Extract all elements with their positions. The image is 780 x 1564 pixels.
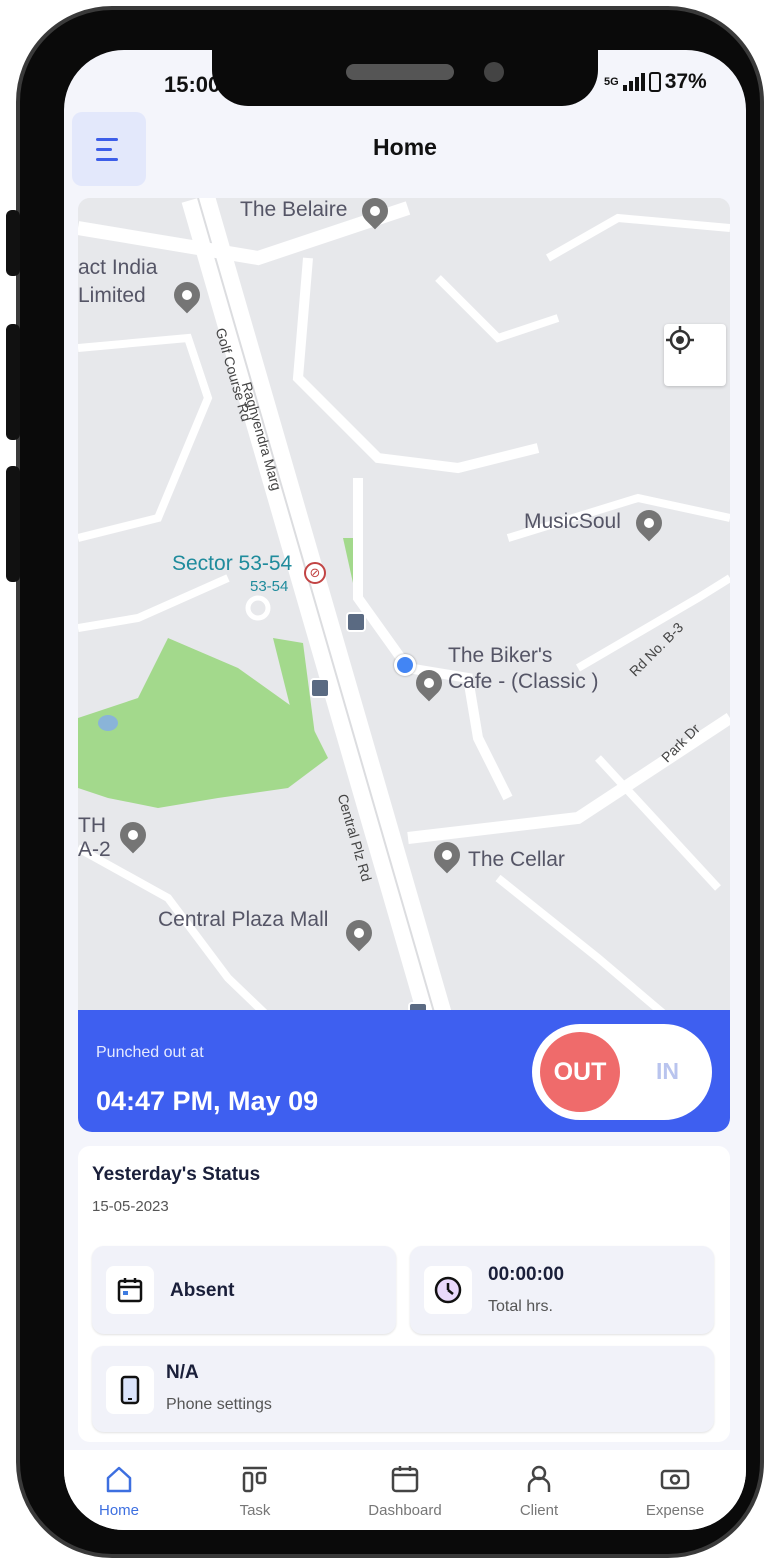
clock-icon: [424, 1266, 472, 1314]
map-label: Cafe - (Classic ): [448, 670, 599, 693]
nav-label: Task: [239, 1502, 271, 1519]
nav-label: Home: [98, 1502, 139, 1519]
nav-label: Client: [519, 1502, 559, 1519]
punch-status-label: Punched out at: [96, 1044, 204, 1061]
status-date: 15-05-2023: [92, 1198, 169, 1215]
current-location-dot: [394, 654, 416, 676]
phone-icon: [106, 1366, 154, 1414]
crosshair-icon: [666, 326, 694, 354]
nav-task[interactable]: Task: [200, 1450, 310, 1519]
client-user-icon: [527, 1465, 551, 1492]
nav-dashboard[interactable]: Dashboard: [350, 1450, 460, 1519]
battery-percent: 37%: [664, 70, 707, 93]
map-label: act India: [78, 256, 158, 279]
nav-home[interactable]: Home: [64, 1450, 174, 1519]
nav-expense[interactable]: Expense: [620, 1450, 730, 1519]
nav-client[interactable]: Client: [484, 1450, 594, 1519]
task-icon: [242, 1466, 267, 1493]
punch-card: Punched out at 04:47 PM, May 09 OUT IN: [78, 1010, 730, 1132]
punch-toggle[interactable]: OUT IN: [532, 1024, 712, 1120]
map-label: Central Plaza Mall: [158, 908, 329, 931]
phone-settings-label: Phone settings: [166, 1396, 272, 1413]
phone-settings-value: N/A: [166, 1362, 199, 1383]
metro-icon[interactable]: ⊘: [304, 562, 326, 584]
status-indicators: 5G 37%: [604, 70, 707, 94]
total-hours-tile[interactable]: 00:00:00 Total hrs.: [410, 1246, 714, 1334]
front-camera: [484, 62, 504, 82]
home-icon: [106, 1466, 132, 1493]
total-hours-value: 00:00:00: [488, 1264, 565, 1285]
map-label: TH: [78, 814, 106, 837]
yesterday-status-card: Yesterday's Status 15-05-2023 Absent 00:…: [78, 1146, 730, 1442]
punch-time: 04:47 PM, May 09: [96, 1086, 319, 1116]
dashboard-calendar-icon: [391, 1466, 419, 1493]
phone-notch: [212, 50, 598, 106]
status-title: Yesterday's Status: [92, 1164, 261, 1185]
bus-stop-icon[interactable]: [346, 612, 366, 632]
map-label: Limited: [78, 284, 146, 307]
battery-icon: [648, 72, 661, 92]
expense-cash-icon: [660, 1469, 690, 1490]
bus-stop-icon[interactable]: [310, 678, 330, 698]
calendar-icon: [106, 1266, 154, 1314]
attendance-value: Absent: [170, 1280, 235, 1301]
network-type: 5G: [604, 76, 619, 88]
nav-label: Dashboard: [368, 1502, 442, 1519]
silent-switch: [6, 210, 20, 276]
map-view[interactable]: The Belaire act India Limited Golf Cours…: [78, 198, 730, 1026]
volume-down-button: [6, 466, 20, 582]
attendance-tile[interactable]: Absent: [92, 1246, 396, 1334]
total-hours-label: Total hrs.: [488, 1298, 553, 1315]
app-header: Home: [64, 110, 746, 190]
volume-up-button: [6, 324, 20, 440]
punch-in-option[interactable]: IN: [656, 1058, 679, 1085]
map-label: MusicSoul: [524, 510, 621, 533]
screen: 15:00 5G 37% Home The Belaire act India …: [64, 50, 746, 1530]
map-roads: [78, 198, 730, 1026]
map-label: The Cellar: [468, 848, 565, 871]
map-label: A-2: [78, 838, 111, 861]
phone-settings-tile[interactable]: N/A Phone settings: [92, 1346, 714, 1432]
speaker-grille: [346, 64, 454, 80]
nav-label: Expense: [645, 1502, 705, 1519]
my-location-button[interactable]: [664, 324, 726, 386]
page-title: Home: [373, 134, 437, 160]
map-label: The Biker's: [448, 644, 553, 667]
signal-icon: [622, 73, 645, 91]
metro-station-code: 53-54: [250, 578, 289, 595]
metro-station-label: Sector 53-54: [172, 552, 293, 575]
map-label: The Belaire: [240, 198, 348, 221]
bottom-nav: Home Task Dashboard Client Expense: [64, 1450, 746, 1530]
punch-out-knob[interactable]: OUT: [540, 1032, 620, 1112]
